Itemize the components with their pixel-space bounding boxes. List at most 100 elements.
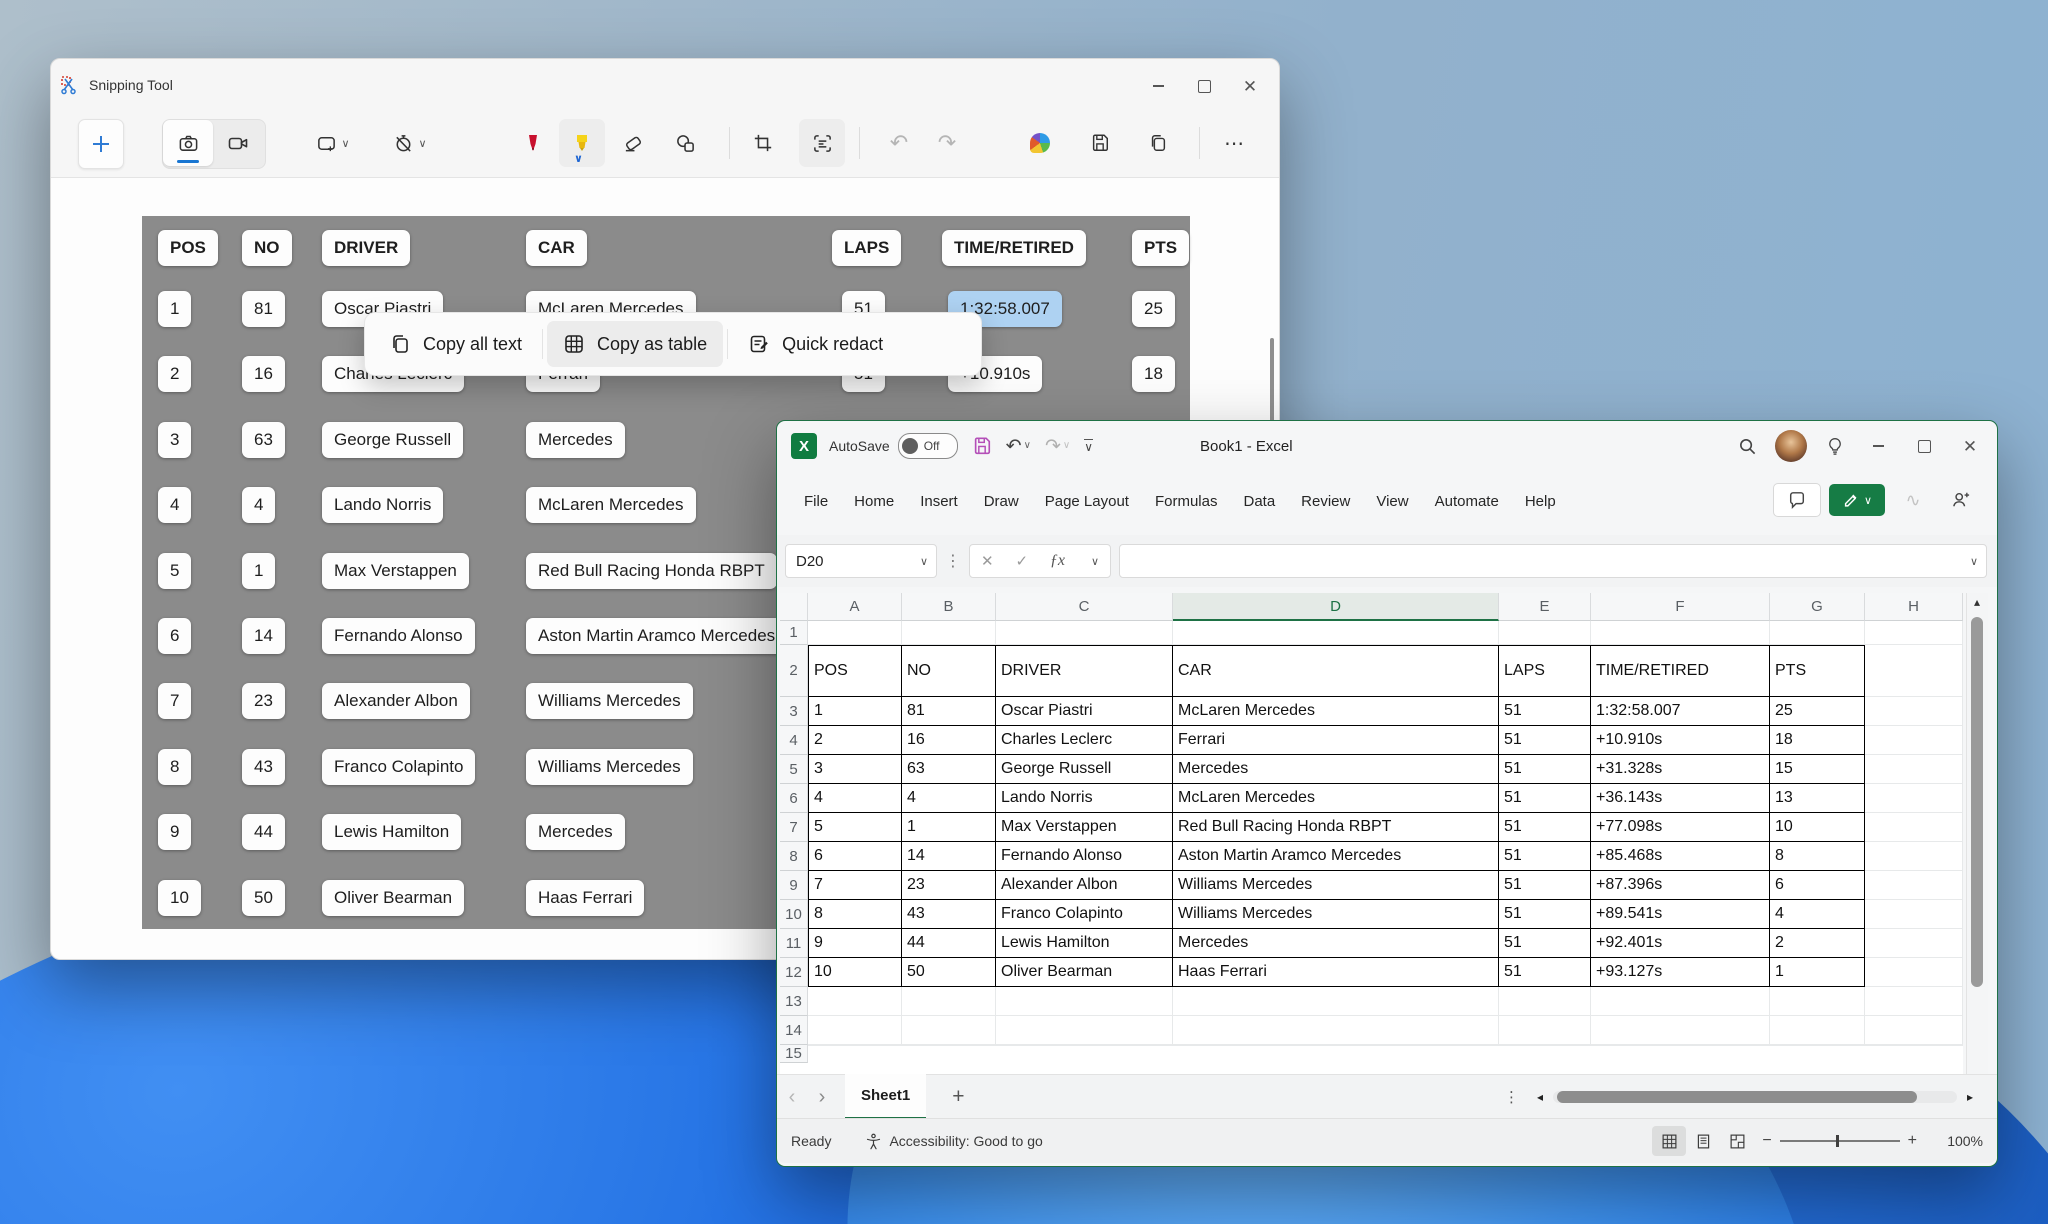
comments-button[interactable] bbox=[1773, 483, 1821, 517]
cell-empty[interactable] bbox=[1173, 1045, 1499, 1046]
cell-empty[interactable] bbox=[902, 987, 996, 1016]
cell-data[interactable]: 7 bbox=[808, 871, 902, 900]
cell-data[interactable]: 1:32:58.007 bbox=[1591, 697, 1770, 726]
next-sheet-button[interactable]: › bbox=[807, 1086, 837, 1109]
prev-sheet-button[interactable]: ‹ bbox=[777, 1086, 807, 1109]
cell-empty[interactable] bbox=[1865, 1016, 1963, 1045]
cell-empty[interactable] bbox=[1591, 621, 1770, 645]
cell-data[interactable]: Williams Mercedes bbox=[1173, 900, 1499, 929]
copy-button[interactable] bbox=[1137, 119, 1179, 167]
cell-empty[interactable] bbox=[1770, 1045, 1865, 1046]
cell-data[interactable]: 63 bbox=[902, 755, 996, 784]
cell-data[interactable]: 50 bbox=[902, 958, 996, 987]
cell-data[interactable]: 51 bbox=[1499, 726, 1591, 755]
cell-empty[interactable] bbox=[1591, 1045, 1770, 1046]
cell-data[interactable]: 9 bbox=[808, 929, 902, 958]
cell-header-no[interactable]: NO bbox=[902, 645, 996, 697]
share-button[interactable]: ∨ bbox=[1829, 484, 1885, 516]
cell-empty[interactable] bbox=[808, 621, 902, 645]
cell-data[interactable]: +93.127s bbox=[1591, 958, 1770, 987]
cell-data[interactable]: 23 bbox=[902, 871, 996, 900]
new-sheet-button[interactable]: + bbox=[952, 1085, 964, 1109]
cell-data[interactable]: 16 bbox=[902, 726, 996, 755]
ribbon-tab-draw[interactable]: Draw bbox=[971, 485, 1032, 518]
cell-empty[interactable] bbox=[1865, 842, 1963, 871]
cell-data[interactable]: 13 bbox=[1770, 784, 1865, 813]
cell-data[interactable]: 18 bbox=[1770, 726, 1865, 755]
cell-empty[interactable] bbox=[996, 1045, 1173, 1046]
more-options-button[interactable]: ⋯ bbox=[1213, 119, 1255, 167]
quick-save-button[interactable] bbox=[972, 436, 992, 456]
cell-data[interactable]: McLaren Mercedes bbox=[1173, 784, 1499, 813]
cell-data[interactable]: 25 bbox=[1770, 697, 1865, 726]
autosave-toggle[interactable]: Off bbox=[898, 433, 958, 459]
undo-button[interactable]: ↶ ∨ bbox=[1006, 437, 1031, 456]
cell-data[interactable]: 8 bbox=[808, 900, 902, 929]
row-header-15[interactable]: 15 bbox=[780, 1045, 808, 1063]
formula-input[interactable]: ∨ bbox=[1119, 544, 1987, 578]
ribbon-tab-page-layout[interactable]: Page Layout bbox=[1032, 485, 1142, 518]
column-header-H[interactable]: H bbox=[1865, 593, 1963, 621]
copy-as-table-button[interactable]: Copy as table bbox=[547, 321, 723, 367]
cell-data[interactable]: 8 bbox=[1770, 842, 1865, 871]
eraser-tool[interactable] bbox=[613, 119, 653, 167]
cell-data[interactable]: +92.401s bbox=[1591, 929, 1770, 958]
cell-empty[interactable] bbox=[902, 621, 996, 645]
ribbon-tab-data[interactable]: Data bbox=[1230, 485, 1288, 518]
enter-button[interactable]: ✓ bbox=[1015, 552, 1028, 570]
cell-empty[interactable] bbox=[1865, 987, 1963, 1016]
cell-data[interactable]: Fernando Alonso bbox=[996, 842, 1173, 871]
cell-empty[interactable] bbox=[1865, 755, 1963, 784]
excel-close-button[interactable]: ✕ bbox=[1947, 429, 1993, 463]
cell-header-timeretired[interactable]: TIME/RETIRED bbox=[1591, 645, 1770, 697]
cell-data[interactable]: 4 bbox=[808, 784, 902, 813]
zoom-slider[interactable] bbox=[1780, 1140, 1900, 1142]
copy-all-text-button[interactable]: Copy all text bbox=[373, 321, 538, 367]
row-header-11[interactable]: 11 bbox=[780, 929, 808, 958]
cell-data[interactable]: 44 bbox=[902, 929, 996, 958]
sheet-options-dots[interactable]: ⋮ bbox=[1504, 1088, 1519, 1106]
cell-empty[interactable] bbox=[1865, 784, 1963, 813]
cell-data[interactable]: 51 bbox=[1499, 697, 1591, 726]
ribbon-tab-formulas[interactable]: Formulas bbox=[1142, 485, 1231, 518]
zoom-out-button[interactable]: − bbox=[1762, 1132, 1771, 1150]
new-snip-button[interactable] bbox=[78, 119, 124, 169]
ribbon-tab-insert[interactable]: Insert bbox=[907, 485, 971, 518]
cell-empty[interactable] bbox=[1499, 987, 1591, 1016]
cell-data[interactable]: Mercedes bbox=[1173, 755, 1499, 784]
row-header-1[interactable]: 1 bbox=[780, 621, 808, 645]
customize-qat-button[interactable]: ∨ bbox=[1084, 439, 1093, 453]
cell-empty[interactable] bbox=[1591, 1016, 1770, 1045]
cell-data[interactable]: 43 bbox=[902, 900, 996, 929]
row-header-5[interactable]: 5 bbox=[780, 755, 808, 784]
quick-redact-button[interactable]: Quick redact bbox=[732, 321, 899, 367]
cell-data[interactable]: +10.910s bbox=[1591, 726, 1770, 755]
cell-data[interactable]: Oscar Piastri bbox=[996, 697, 1173, 726]
highlighter-tool[interactable]: ∨ bbox=[559, 119, 605, 167]
column-header-E[interactable]: E bbox=[1499, 593, 1591, 621]
search-button[interactable] bbox=[1727, 429, 1767, 463]
cell-data[interactable]: Franco Colapinto bbox=[996, 900, 1173, 929]
cell-empty[interactable] bbox=[1499, 621, 1591, 645]
cell-data[interactable]: Oliver Bearman bbox=[996, 958, 1173, 987]
row-header-14[interactable]: 14 bbox=[780, 1016, 808, 1045]
column-header-F[interactable]: F bbox=[1591, 593, 1770, 621]
zoom-slider-thumb[interactable] bbox=[1836, 1135, 1839, 1147]
scroll-right-arrow[interactable]: ▸ bbox=[1957, 1090, 1973, 1104]
page-layout-view-button[interactable] bbox=[1686, 1126, 1720, 1156]
save-button[interactable] bbox=[1079, 119, 1121, 167]
ribbon-tab-review[interactable]: Review bbox=[1288, 485, 1363, 518]
cell-header-driver[interactable]: DRIVER bbox=[996, 645, 1173, 697]
grid-vertical-scrollbar[interactable]: ▴ bbox=[1966, 593, 1988, 1074]
excel-titlebar[interactable]: X AutoSave Off ↶ ∨ ↷ ∨ ∨ Book1 - Excel bbox=[777, 421, 1997, 471]
cell-empty[interactable] bbox=[1173, 621, 1499, 645]
cell-header-pos[interactable]: POS bbox=[808, 645, 902, 697]
crop-tool[interactable] bbox=[743, 119, 783, 167]
cell-empty[interactable] bbox=[1499, 1016, 1591, 1045]
snip-maximize-button[interactable] bbox=[1181, 69, 1227, 103]
cell-data[interactable]: 51 bbox=[1499, 929, 1591, 958]
column-header-G[interactable]: G bbox=[1770, 593, 1865, 621]
cell-data[interactable]: 1 bbox=[808, 697, 902, 726]
cell-data[interactable]: 15 bbox=[1770, 755, 1865, 784]
redo-button[interactable]: ↷ ∨ bbox=[1045, 437, 1070, 456]
